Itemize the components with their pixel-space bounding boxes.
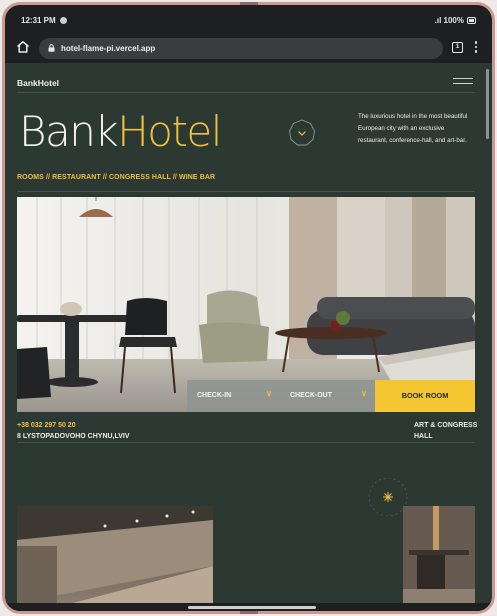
lock-icon bbox=[48, 44, 55, 52]
gesture-handle[interactable] bbox=[188, 606, 316, 609]
hero-image: CHECK-IN ∨ CHECK-OUT ∨ BOOK ROOM bbox=[17, 197, 475, 412]
divider bbox=[17, 191, 475, 192]
check-in-field[interactable]: CHECK-IN ∨ bbox=[187, 380, 280, 412]
divider bbox=[17, 92, 475, 93]
hall-line-1: ART & CONGRESS bbox=[414, 422, 478, 429]
address-text: 8 LYSTOPADOVOHO CHYNU,LVIV bbox=[17, 433, 130, 440]
restaurant-photo bbox=[17, 506, 213, 603]
screen: 12:31 PM .ıl 100% hotel-flame-pi.vercel.… bbox=[5, 5, 492, 611]
hotel-logo: BankHotel bbox=[19, 111, 222, 153]
book-room-button[interactable]: BOOK ROOM bbox=[375, 380, 475, 412]
header-brand[interactable]: BankHotel bbox=[17, 78, 59, 88]
check-out-label: CHECK-OUT bbox=[290, 392, 332, 399]
booking-bar: CHECK-IN ∨ CHECK-OUT ∨ BOOK ROOM bbox=[187, 380, 475, 412]
status-time: 12:31 PM bbox=[21, 16, 56, 25]
status-time-wrap: 12:31 PM bbox=[21, 16, 67, 25]
home-icon[interactable] bbox=[15, 39, 31, 55]
hamburger-menu-icon[interactable] bbox=[453, 78, 473, 85]
hall-line-2: HALL bbox=[414, 433, 433, 440]
section-links[interactable]: ROOMS // RESTAURANT // CONGRESS HALL // … bbox=[17, 174, 215, 181]
status-right: .ıl 100% bbox=[435, 16, 476, 25]
contact-info: +38 032 297 50 20 8 LYSTOPADOVOHO CHYNU,… bbox=[17, 420, 130, 442]
scrollbar[interactable] bbox=[486, 69, 489, 139]
battery-icon bbox=[467, 17, 476, 24]
chevron-down-icon: ∨ bbox=[361, 389, 367, 398]
lounge-photo bbox=[403, 506, 475, 603]
check-in-label: CHECK-IN bbox=[197, 392, 232, 399]
chevron-down-icon: ∨ bbox=[266, 389, 272, 398]
device-frame: 12:31 PM .ıl 100% hotel-flame-pi.vercel.… bbox=[2, 2, 495, 614]
logo-part-bank: Bank bbox=[19, 107, 119, 156]
scroll-down-badge-icon[interactable] bbox=[288, 119, 316, 147]
signal-icon: .ıl bbox=[434, 16, 444, 25]
browser-toolbar: hotel-flame-pi.vercel.app 1 bbox=[5, 33, 492, 63]
system-nav-bar bbox=[5, 603, 492, 611]
web-page: BankHotel BankHotel The luxurious hotel … bbox=[5, 63, 492, 603]
logo-part-hotel: Hotel bbox=[117, 107, 222, 156]
phone-link[interactable]: +38 032 297 50 20 bbox=[17, 420, 130, 431]
url-text: hotel-flame-pi.vercel.app bbox=[61, 44, 156, 53]
more-menu-icon[interactable] bbox=[473, 41, 479, 55]
congress-hall-link[interactable]: ART & CONGRESS HALL bbox=[414, 420, 477, 442]
notification-icon bbox=[59, 17, 67, 24]
check-out-field[interactable]: CHECK-OUT ∨ bbox=[280, 380, 375, 412]
intro-text: The luxurious hotel in the most beautifu… bbox=[358, 113, 468, 144]
divider bbox=[17, 442, 475, 443]
battery-percent: 100% bbox=[443, 16, 464, 25]
tab-switcher-button[interactable]: 1 bbox=[452, 42, 463, 53]
address-bar[interactable]: hotel-flame-pi.vercel.app bbox=[39, 38, 443, 59]
status-bar: 12:31 PM .ıl 100% bbox=[5, 5, 492, 33]
